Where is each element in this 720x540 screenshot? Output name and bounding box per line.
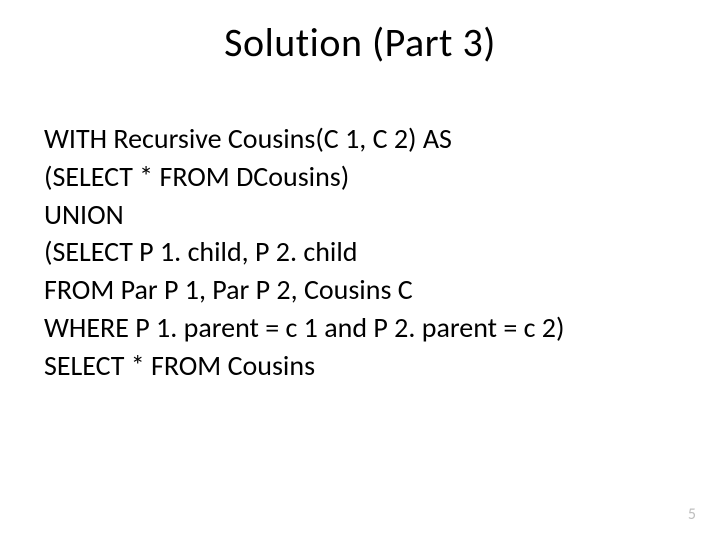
- code-line: (SELECT P 1. child, P 2. child: [44, 233, 676, 271]
- code-line: (SELECT * FROM DCousins): [44, 158, 676, 196]
- code-line: WHERE P 1. parent = c 1 and P 2. parent …: [44, 309, 676, 347]
- slide-title: Solution (Part 3): [0, 18, 720, 67]
- code-line: FROM Par P 1, Par P 2, Cousins C: [44, 271, 676, 309]
- slide: Solution (Part 3) WITH Recursive Cousins…: [0, 0, 720, 540]
- code-line: WITH Recursive Cousins(C 1, C 2) AS: [44, 120, 676, 158]
- code-line: UNION: [44, 196, 676, 234]
- slide-body: WITH Recursive Cousins(C 1, C 2) AS (SEL…: [44, 120, 676, 385]
- page-number: 5: [688, 505, 696, 524]
- code-line: SELECT * FROM Cousins: [44, 347, 676, 385]
